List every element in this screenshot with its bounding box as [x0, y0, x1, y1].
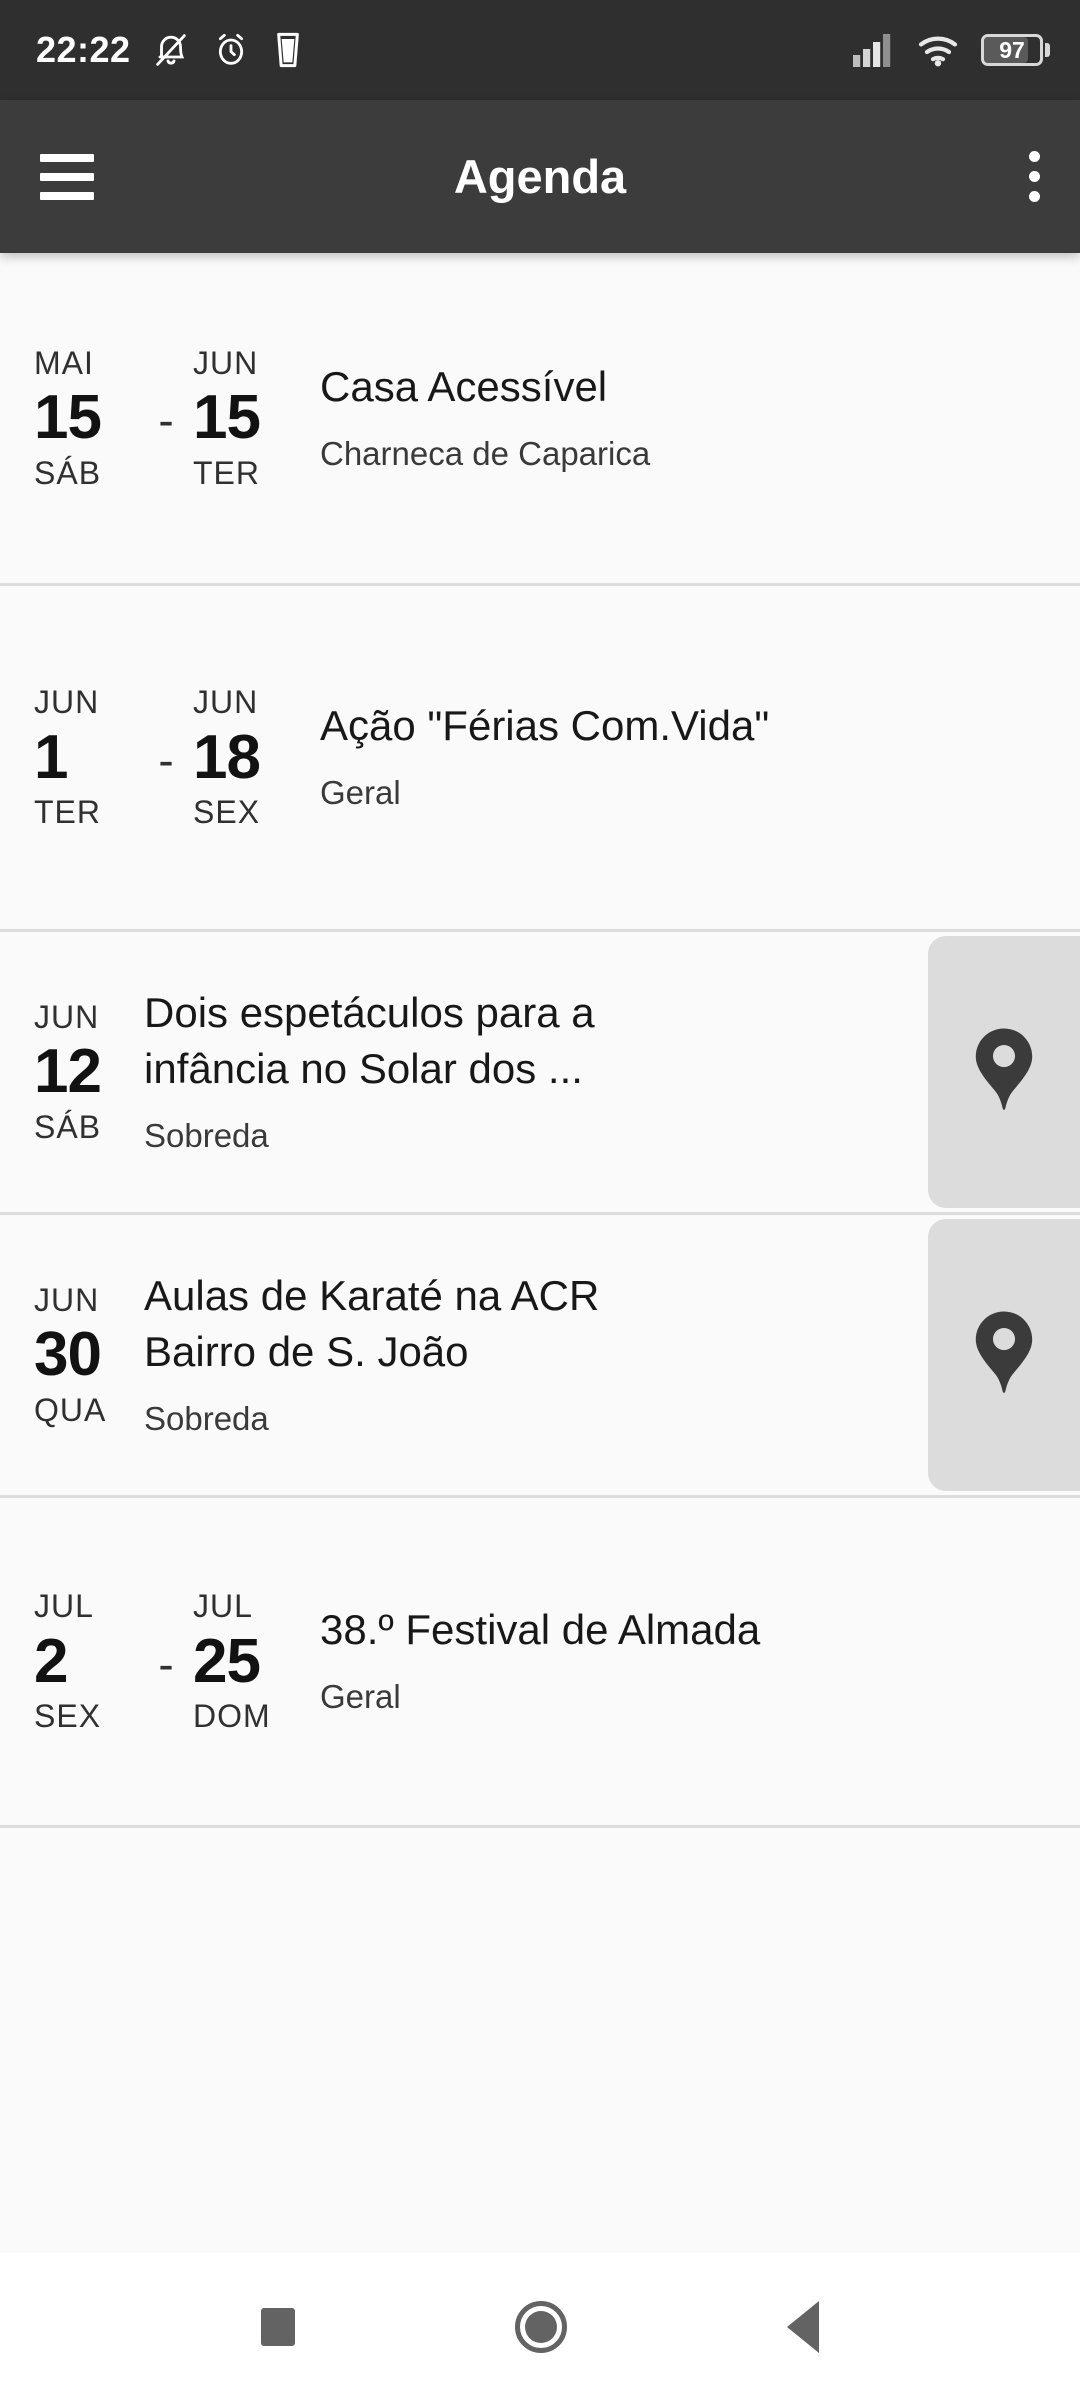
start-month-label: JUN [34, 684, 100, 721]
event-title: Aulas de Karaté na ACR Bairro de S. João [144, 1272, 600, 1375]
page-title: Agenda [453, 150, 627, 203]
event-title: Casa Acessível [320, 362, 608, 410]
event-end-date: JUN 18 SEX [193, 684, 298, 831]
table-row[interactable]: MAI 15 SÁB - JUN 15 TER Casa Acessível C… [0, 253, 1080, 586]
agenda-list[interactable]: MAI 15 SÁB - JUN 15 TER Casa Acessível C… [0, 253, 1080, 2353]
end-month-label: JUL [193, 1588, 253, 1625]
status-bar-right: 97 [853, 32, 1050, 68]
start-weekday-label: TER [34, 794, 101, 831]
event-title: 38.º Festival de Almada [320, 1606, 761, 1654]
start-day-number: 12 [34, 1037, 102, 1107]
end-weekday-label: DOM [193, 1698, 271, 1735]
event-content: Ação "Férias Com.Vida" Geral [298, 586, 1080, 929]
event-location: Sobreda [144, 1399, 269, 1437]
map-pin-icon [975, 1311, 1033, 1393]
start-day-number: 2 [34, 1626, 68, 1696]
status-bar: 22:22 97 [0, 0, 1080, 100]
overflow-menu-icon[interactable] [1029, 151, 1040, 202]
date-range-dash: - [158, 1637, 174, 1690]
android-navigation-bar [0, 2253, 1080, 2400]
event-date-range: JUN 1 TER - JUN 18 SEX [0, 586, 298, 929]
alarm-clock-icon [218, 33, 243, 65]
event-location: Sobreda [144, 1116, 269, 1154]
recents-square-icon[interactable] [261, 2307, 295, 2346]
start-weekday-label: SÁB [34, 1108, 102, 1145]
start-day-number: 1 [34, 722, 68, 792]
event-date-range: JUN 30 QUA [0, 1215, 139, 1495]
event-start-date: MAI 15 SÁB [34, 345, 139, 492]
battery-icon: 97 [981, 34, 1050, 66]
status-clock: 22:22 [36, 29, 131, 70]
event-location: Charneca de Caparica [320, 434, 651, 472]
event-start-date: JUN 30 QUA [34, 1282, 139, 1429]
start-day-number: 15 [34, 383, 102, 453]
start-month-label: MAI [34, 344, 94, 381]
end-weekday-label: SEX [193, 794, 261, 831]
end-day-number: 15 [193, 383, 261, 453]
event-location: Geral [320, 774, 401, 812]
wifi-icon [918, 36, 958, 67]
end-month-label: JUN [193, 684, 259, 721]
glass-icon [276, 32, 299, 68]
app-bar: Agenda [0, 100, 1080, 253]
start-month-label: JUL [34, 1588, 94, 1625]
event-date-range: JUL 2 SEX - JUL 25 DOM [0, 1498, 298, 1825]
event-content: Dois espetáculos para a infância no Sola… [139, 932, 928, 1212]
list-empty-space [0, 1828, 1080, 2325]
end-day-number: 18 [193, 722, 261, 792]
start-weekday-label: QUA [34, 1391, 107, 1428]
map-pin-button[interactable] [928, 936, 1080, 1208]
table-row[interactable]: JUN 30 QUA Aulas de Karaté na ACR Bairro… [0, 1215, 1080, 1498]
table-row[interactable]: JUL 2 SEX - JUL 25 DOM 38.º Festival de … [0, 1498, 1080, 1828]
date-range-dash: - [158, 733, 174, 786]
event-end-date: JUN 15 TER [193, 345, 298, 492]
status-bar-left: 22:22 [36, 29, 305, 71]
hamburger-menu-icon[interactable] [40, 153, 94, 200]
event-location: Geral [320, 1678, 401, 1716]
event-title: Ação "Férias Com.Vida" [320, 702, 770, 750]
phone-screen: 22:22 97 Agenda MAI 15 SÁB - JUN 15 TER … [0, 0, 1080, 2400]
event-start-date: JUN 12 SÁB [34, 999, 139, 1146]
start-weekday-label: SEX [34, 1698, 102, 1735]
start-day-number: 30 [34, 1320, 102, 1390]
end-weekday-label: TER [193, 454, 260, 491]
end-month-label: JUN [193, 344, 259, 381]
event-content: 38.º Festival de Almada Geral [298, 1498, 1080, 1825]
event-end-date: JUL 25 DOM [193, 1588, 298, 1735]
table-row[interactable]: JUN 12 SÁB Dois espetáculos para a infân… [0, 932, 1080, 1215]
end-day-number: 25 [193, 1626, 261, 1696]
home-circle-icon[interactable] [515, 2300, 567, 2353]
signal-bars-icon [853, 34, 891, 67]
map-pin-button[interactable] [928, 1219, 1080, 1491]
date-range-dash: - [158, 394, 174, 446]
start-weekday-label: SÁB [34, 454, 102, 491]
back-triangle-icon[interactable] [787, 2300, 819, 2353]
event-start-date: JUL 2 SEX [34, 1588, 139, 1735]
start-month-label: JUN [34, 998, 100, 1035]
map-pin-icon [975, 1028, 1033, 1110]
battery-percent-label: 97 [999, 36, 1025, 63]
event-content: Casa Acessível Charneca de Caparica [298, 253, 1080, 583]
start-month-label: JUN [34, 1281, 100, 1318]
bell-muted-icon [155, 34, 186, 66]
event-date-range: MAI 15 SÁB - JUN 15 TER [0, 253, 298, 583]
event-date-range: JUN 12 SÁB [0, 932, 139, 1212]
table-row[interactable]: JUN 1 TER - JUN 18 SEX Ação "Férias Com.… [0, 586, 1080, 932]
event-content: Aulas de Karaté na ACR Bairro de S. João… [139, 1215, 928, 1495]
event-start-date: JUN 1 TER [34, 684, 139, 831]
event-title: Dois espetáculos para a infância no Sola… [144, 989, 595, 1092]
